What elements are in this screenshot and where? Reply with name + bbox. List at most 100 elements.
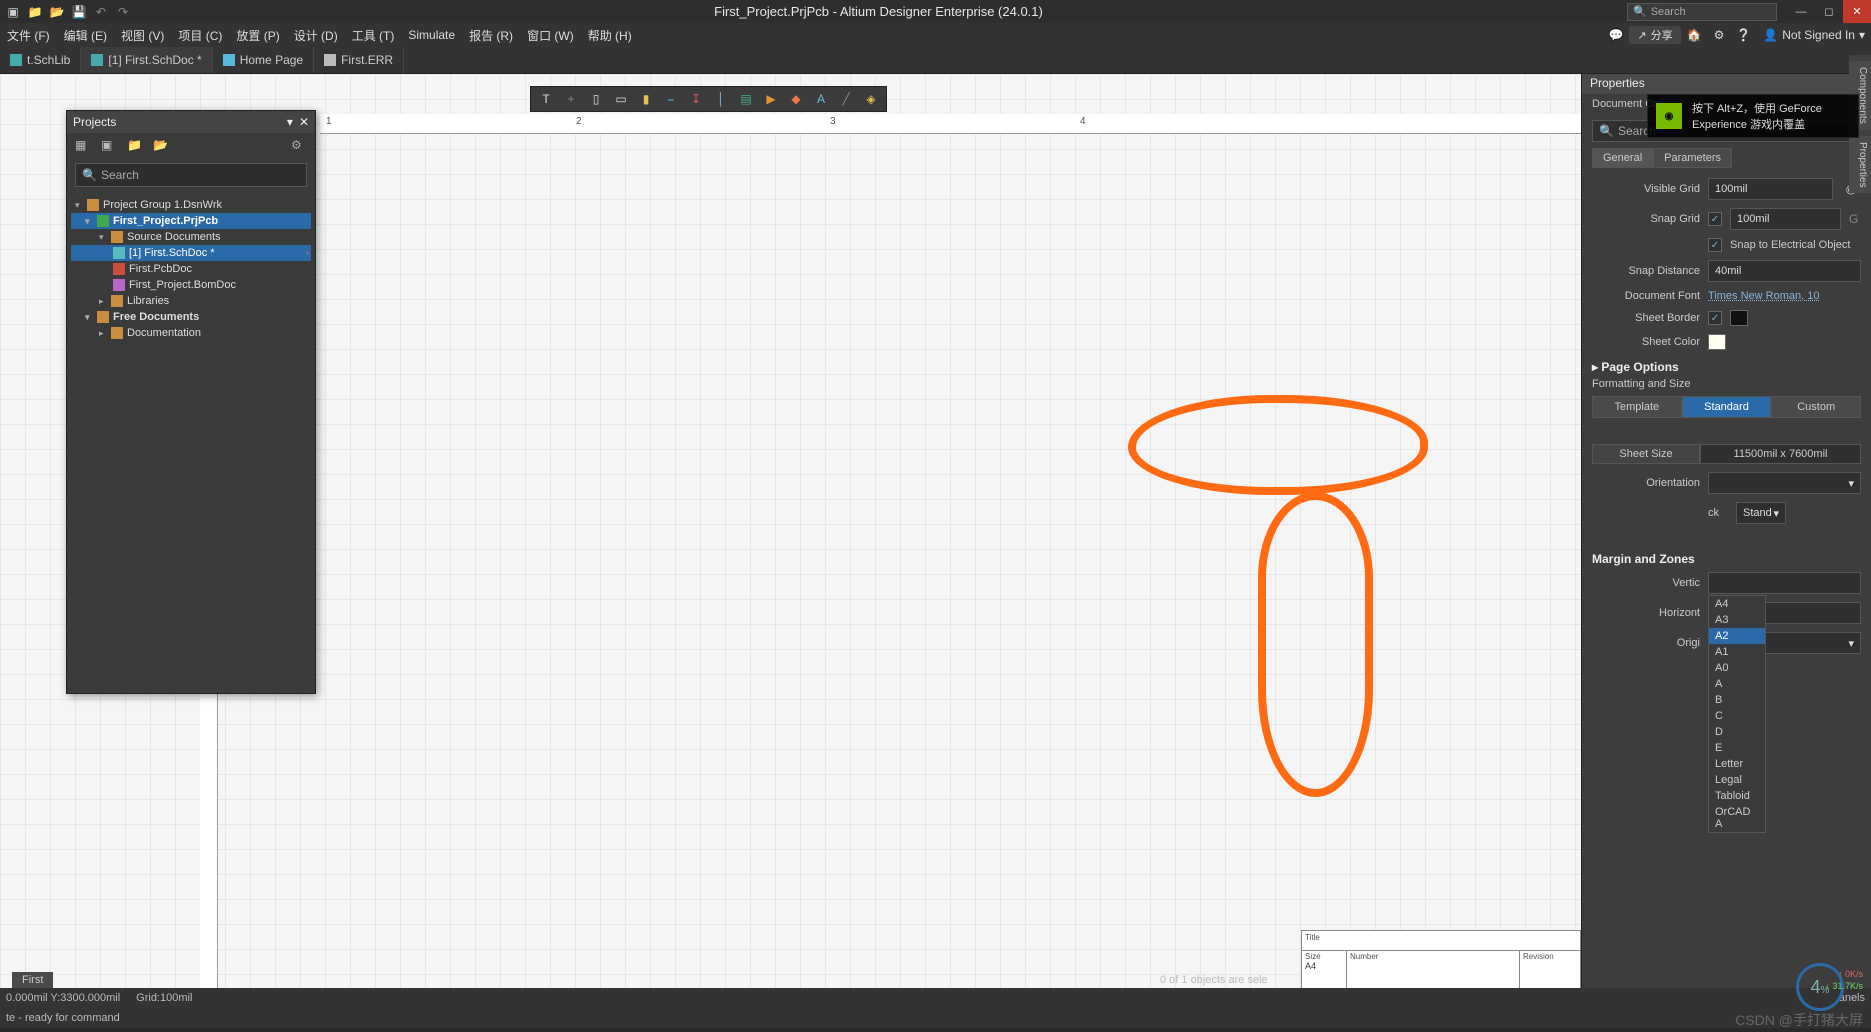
- global-search[interactable]: 🔍 Search: [1627, 3, 1777, 21]
- close-button[interactable]: ✕: [1843, 0, 1871, 23]
- menu-tools[interactable]: 工具 (T): [345, 27, 402, 44]
- place-line-icon[interactable]: │: [710, 88, 732, 110]
- vertical-input[interactable]: [1708, 572, 1861, 594]
- menu-place[interactable]: 放置 (P): [229, 27, 286, 44]
- tree-free-docs[interactable]: ▾Free Documents: [71, 309, 311, 325]
- projects-close-icon[interactable]: ✕: [299, 115, 309, 129]
- menu-help[interactable]: 帮助 (H): [581, 27, 639, 44]
- place-part-icon[interactable]: ▯: [585, 88, 607, 110]
- opt-a2[interactable]: A2: [1709, 628, 1765, 644]
- projects-tb-icon2[interactable]: ▣: [101, 138, 117, 154]
- opt-a[interactable]: A: [1709, 676, 1765, 692]
- opt-e[interactable]: E: [1709, 740, 1765, 756]
- opt-b[interactable]: B: [1709, 692, 1765, 708]
- place-bus-icon[interactable]: ▮: [635, 88, 657, 110]
- tab-parameters[interactable]: Parameters: [1653, 148, 1732, 168]
- projects-tb-icon4[interactable]: 📂: [153, 138, 169, 154]
- bottom-tab-first[interactable]: First: [12, 972, 53, 988]
- opt-legal[interactable]: Legal: [1709, 772, 1765, 788]
- opt-orcad-a[interactable]: OrCAD A: [1709, 804, 1765, 832]
- tab-schdoc-label: [1] First.SchDoc *: [108, 53, 201, 67]
- share-button[interactable]: ↗ 分享: [1629, 26, 1680, 44]
- projects-dropdown-icon[interactable]: ▾: [287, 115, 293, 129]
- notify-icon[interactable]: 💬: [1602, 28, 1629, 42]
- tab-schdoc[interactable]: [1] First.SchDoc *: [81, 47, 212, 73]
- snap-grid-input[interactable]: 100mil: [1730, 208, 1841, 230]
- settings-icon[interactable]: ⚙: [1708, 28, 1731, 42]
- place-net-icon[interactable]: ↧: [685, 88, 707, 110]
- place-arrow-icon[interactable]: ▶: [760, 88, 782, 110]
- new-icon[interactable]: 📁: [28, 5, 42, 19]
- redo-icon[interactable]: ↷: [116, 5, 130, 19]
- home-icon[interactable]: 🏠: [1681, 28, 1708, 42]
- ruler-mark-2: 2: [576, 116, 582, 127]
- minimize-button[interactable]: —: [1787, 0, 1815, 23]
- opt-c[interactable]: C: [1709, 708, 1765, 724]
- sheet-border-color[interactable]: [1730, 310, 1748, 326]
- sheet-size-dropdown[interactable]: A4 A3 A2 A1 A0 A B C D E Letter Legal Ta…: [1708, 595, 1766, 833]
- opt-tabloid[interactable]: Tabloid: [1709, 788, 1765, 804]
- menu-edit[interactable]: 编辑 (E): [57, 27, 114, 44]
- menu-project[interactable]: 项目 (C): [171, 27, 229, 44]
- opt-a3[interactable]: A3: [1709, 612, 1765, 628]
- maximize-button[interactable]: ◻: [1815, 0, 1843, 23]
- standard-button[interactable]: Standard: [1682, 396, 1772, 418]
- menu-file[interactable]: 文件 (F): [0, 27, 57, 44]
- tree-group[interactable]: ▾Project Group 1.DsnWrk: [71, 197, 311, 213]
- menu-view[interactable]: 视图 (V): [114, 27, 171, 44]
- opt-letter[interactable]: Letter: [1709, 756, 1765, 772]
- tree-pcbdoc[interactable]: First.PcbDoc: [71, 261, 311, 277]
- titleblock-style-select[interactable]: Stand▾: [1736, 502, 1786, 524]
- projects-tb-icon3[interactable]: 📁: [127, 138, 143, 154]
- custom-button[interactable]: Custom: [1771, 396, 1861, 418]
- snap-electrical-checkbox[interactable]: ✓: [1708, 238, 1722, 252]
- place-cross-icon[interactable]: +: [560, 88, 582, 110]
- template-button[interactable]: Template: [1592, 396, 1682, 418]
- opt-d[interactable]: D: [1709, 724, 1765, 740]
- open-icon[interactable]: 📂: [50, 5, 64, 19]
- snap-distance-input[interactable]: 40mil: [1708, 260, 1861, 282]
- orientation-select[interactable]: ▾: [1708, 472, 1861, 494]
- sheet-color-swatch[interactable]: [1708, 334, 1726, 350]
- sheet-border-checkbox[interactable]: ✓: [1708, 311, 1722, 325]
- opt-a1[interactable]: A1: [1709, 644, 1765, 660]
- place-sheet-icon[interactable]: ▤: [735, 88, 757, 110]
- opt-a0[interactable]: A0: [1709, 660, 1765, 676]
- save-icon[interactable]: 💾: [72, 5, 86, 19]
- menu-design[interactable]: 设计 (D): [287, 27, 345, 44]
- undo-icon[interactable]: ↶: [94, 5, 108, 19]
- tab-general[interactable]: General: [1592, 148, 1653, 168]
- signin-button[interactable]: 👤 Not Signed In▾: [1757, 28, 1871, 42]
- tree-documentation[interactable]: ▸Documentation: [71, 325, 311, 341]
- place-pin-icon[interactable]: ╱: [835, 88, 857, 110]
- tree-sch-label: [1] First.SchDoc *: [129, 247, 215, 259]
- projects-tb-settings-icon[interactable]: ⚙: [291, 138, 307, 154]
- place-toolbar[interactable]: T + ▯ ▭ ▮ ⎯ ↧ │ ▤ ▶ ◆ A ╱ ◈: [530, 86, 887, 112]
- tree-schdoc[interactable]: [1] First.SchDoc *▫: [71, 245, 311, 261]
- document-font-link[interactable]: Times New Roman, 10: [1708, 290, 1819, 302]
- tab-schlib[interactable]: t.SchLib: [0, 47, 81, 73]
- place-wire-icon[interactable]: ⎯: [660, 88, 682, 110]
- menu-simulate[interactable]: Simulate: [401, 28, 462, 42]
- side-tab-properties[interactable]: Properties: [1849, 136, 1871, 194]
- snap-grid-checkbox[interactable]: ✓: [1708, 212, 1722, 226]
- visible-grid-input[interactable]: 100mil: [1708, 178, 1833, 200]
- place-more-icon[interactable]: ◈: [860, 88, 882, 110]
- menu-window[interactable]: 窗口 (W): [520, 27, 581, 44]
- tree-bom-label: First_Project.BomDoc: [129, 279, 236, 291]
- projects-tb-icon1[interactable]: ▦: [75, 138, 91, 154]
- place-text-icon[interactable]: T: [535, 88, 557, 110]
- tab-err[interactable]: First.ERR: [314, 47, 404, 73]
- tree-bomdoc[interactable]: First_Project.BomDoc: [71, 277, 311, 293]
- projects-search[interactable]: 🔍Search: [75, 163, 307, 187]
- opt-a4[interactable]: A4: [1709, 596, 1765, 612]
- place-port-icon[interactable]: ▭: [610, 88, 632, 110]
- tree-source-docs[interactable]: ▾Source Documents: [71, 229, 311, 245]
- place-annotation-icon[interactable]: A: [810, 88, 832, 110]
- tree-project[interactable]: ▾First_Project.PrjPcb: [71, 213, 311, 229]
- help-icon[interactable]: ❔: [1730, 28, 1757, 42]
- tab-home[interactable]: Home Page: [213, 47, 314, 73]
- menu-report[interactable]: 报告 (R): [462, 27, 520, 44]
- tree-libraries[interactable]: ▸Libraries: [71, 293, 311, 309]
- place-harness-icon[interactable]: ◆: [785, 88, 807, 110]
